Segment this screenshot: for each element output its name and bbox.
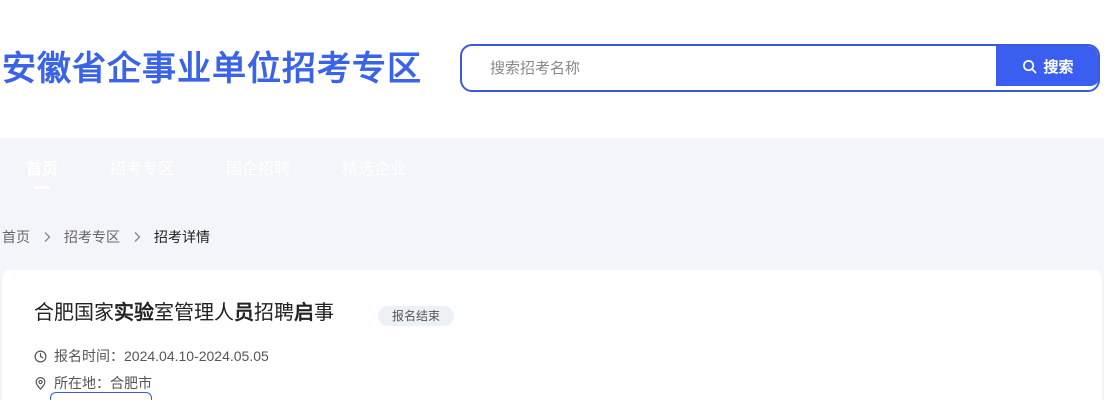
job-title-part: 事: [314, 302, 334, 324]
period-value: 2024.04.10-2024.05.05: [124, 348, 269, 364]
nav-item-exam-zone[interactable]: 招考专区: [110, 160, 174, 180]
job-title: 合肥国家实验室管理人员招聘启事: [34, 300, 334, 326]
search-icon: [1023, 59, 1037, 73]
breadcrumb-current: 招考详情: [154, 229, 210, 245]
nav-active-indicator: [34, 186, 50, 189]
job-title-part: 室管理人: [154, 302, 234, 324]
location-pin-icon: [35, 376, 46, 390]
location-label: 所在地：: [54, 375, 110, 391]
chevron-right-icon: [132, 231, 142, 243]
search-bar: 搜索: [460, 44, 1100, 92]
breadcrumb-exam-zone[interactable]: 招考专区: [64, 227, 120, 247]
nav-item-featured-companies[interactable]: 精选企业: [342, 160, 406, 180]
job-title-part: 实验: [114, 302, 154, 324]
registration-period: 报名时间： 2024.04.10-2024.05.05: [34, 346, 269, 366]
nav-item-home[interactable]: 首页: [26, 160, 58, 180]
job-location: 所在地： 合肥市: [34, 373, 152, 393]
chevron-right-icon: [42, 231, 52, 243]
job-title-part: 启: [294, 302, 314, 324]
job-detail-card: [2, 270, 1102, 400]
job-title-part: 合肥国家: [34, 302, 114, 324]
site-header: 安徽省企事业单位招考专区 搜索: [0, 0, 1104, 138]
search-button-label: 搜索: [1043, 58, 1074, 76]
status-badge: 报名结束: [378, 306, 455, 326]
site-title[interactable]: 安徽省企事业单位招考专区: [2, 46, 422, 92]
location-value: 合肥市: [110, 375, 152, 391]
nav-item-soe-recruit[interactable]: 国企招聘: [226, 160, 290, 180]
breadcrumb: 首页 招考专区 招考详情: [2, 228, 210, 246]
period-label: 报名时间：: [54, 348, 124, 364]
search-input[interactable]: [462, 46, 996, 90]
search-button[interactable]: 搜索: [996, 46, 1098, 86]
job-title-part: 员: [234, 302, 254, 324]
breadcrumb-home[interactable]: 首页: [2, 227, 30, 247]
job-title-part: 招聘: [254, 302, 294, 324]
outlined-button-partial[interactable]: [50, 392, 152, 400]
clock-icon: [34, 350, 47, 362]
